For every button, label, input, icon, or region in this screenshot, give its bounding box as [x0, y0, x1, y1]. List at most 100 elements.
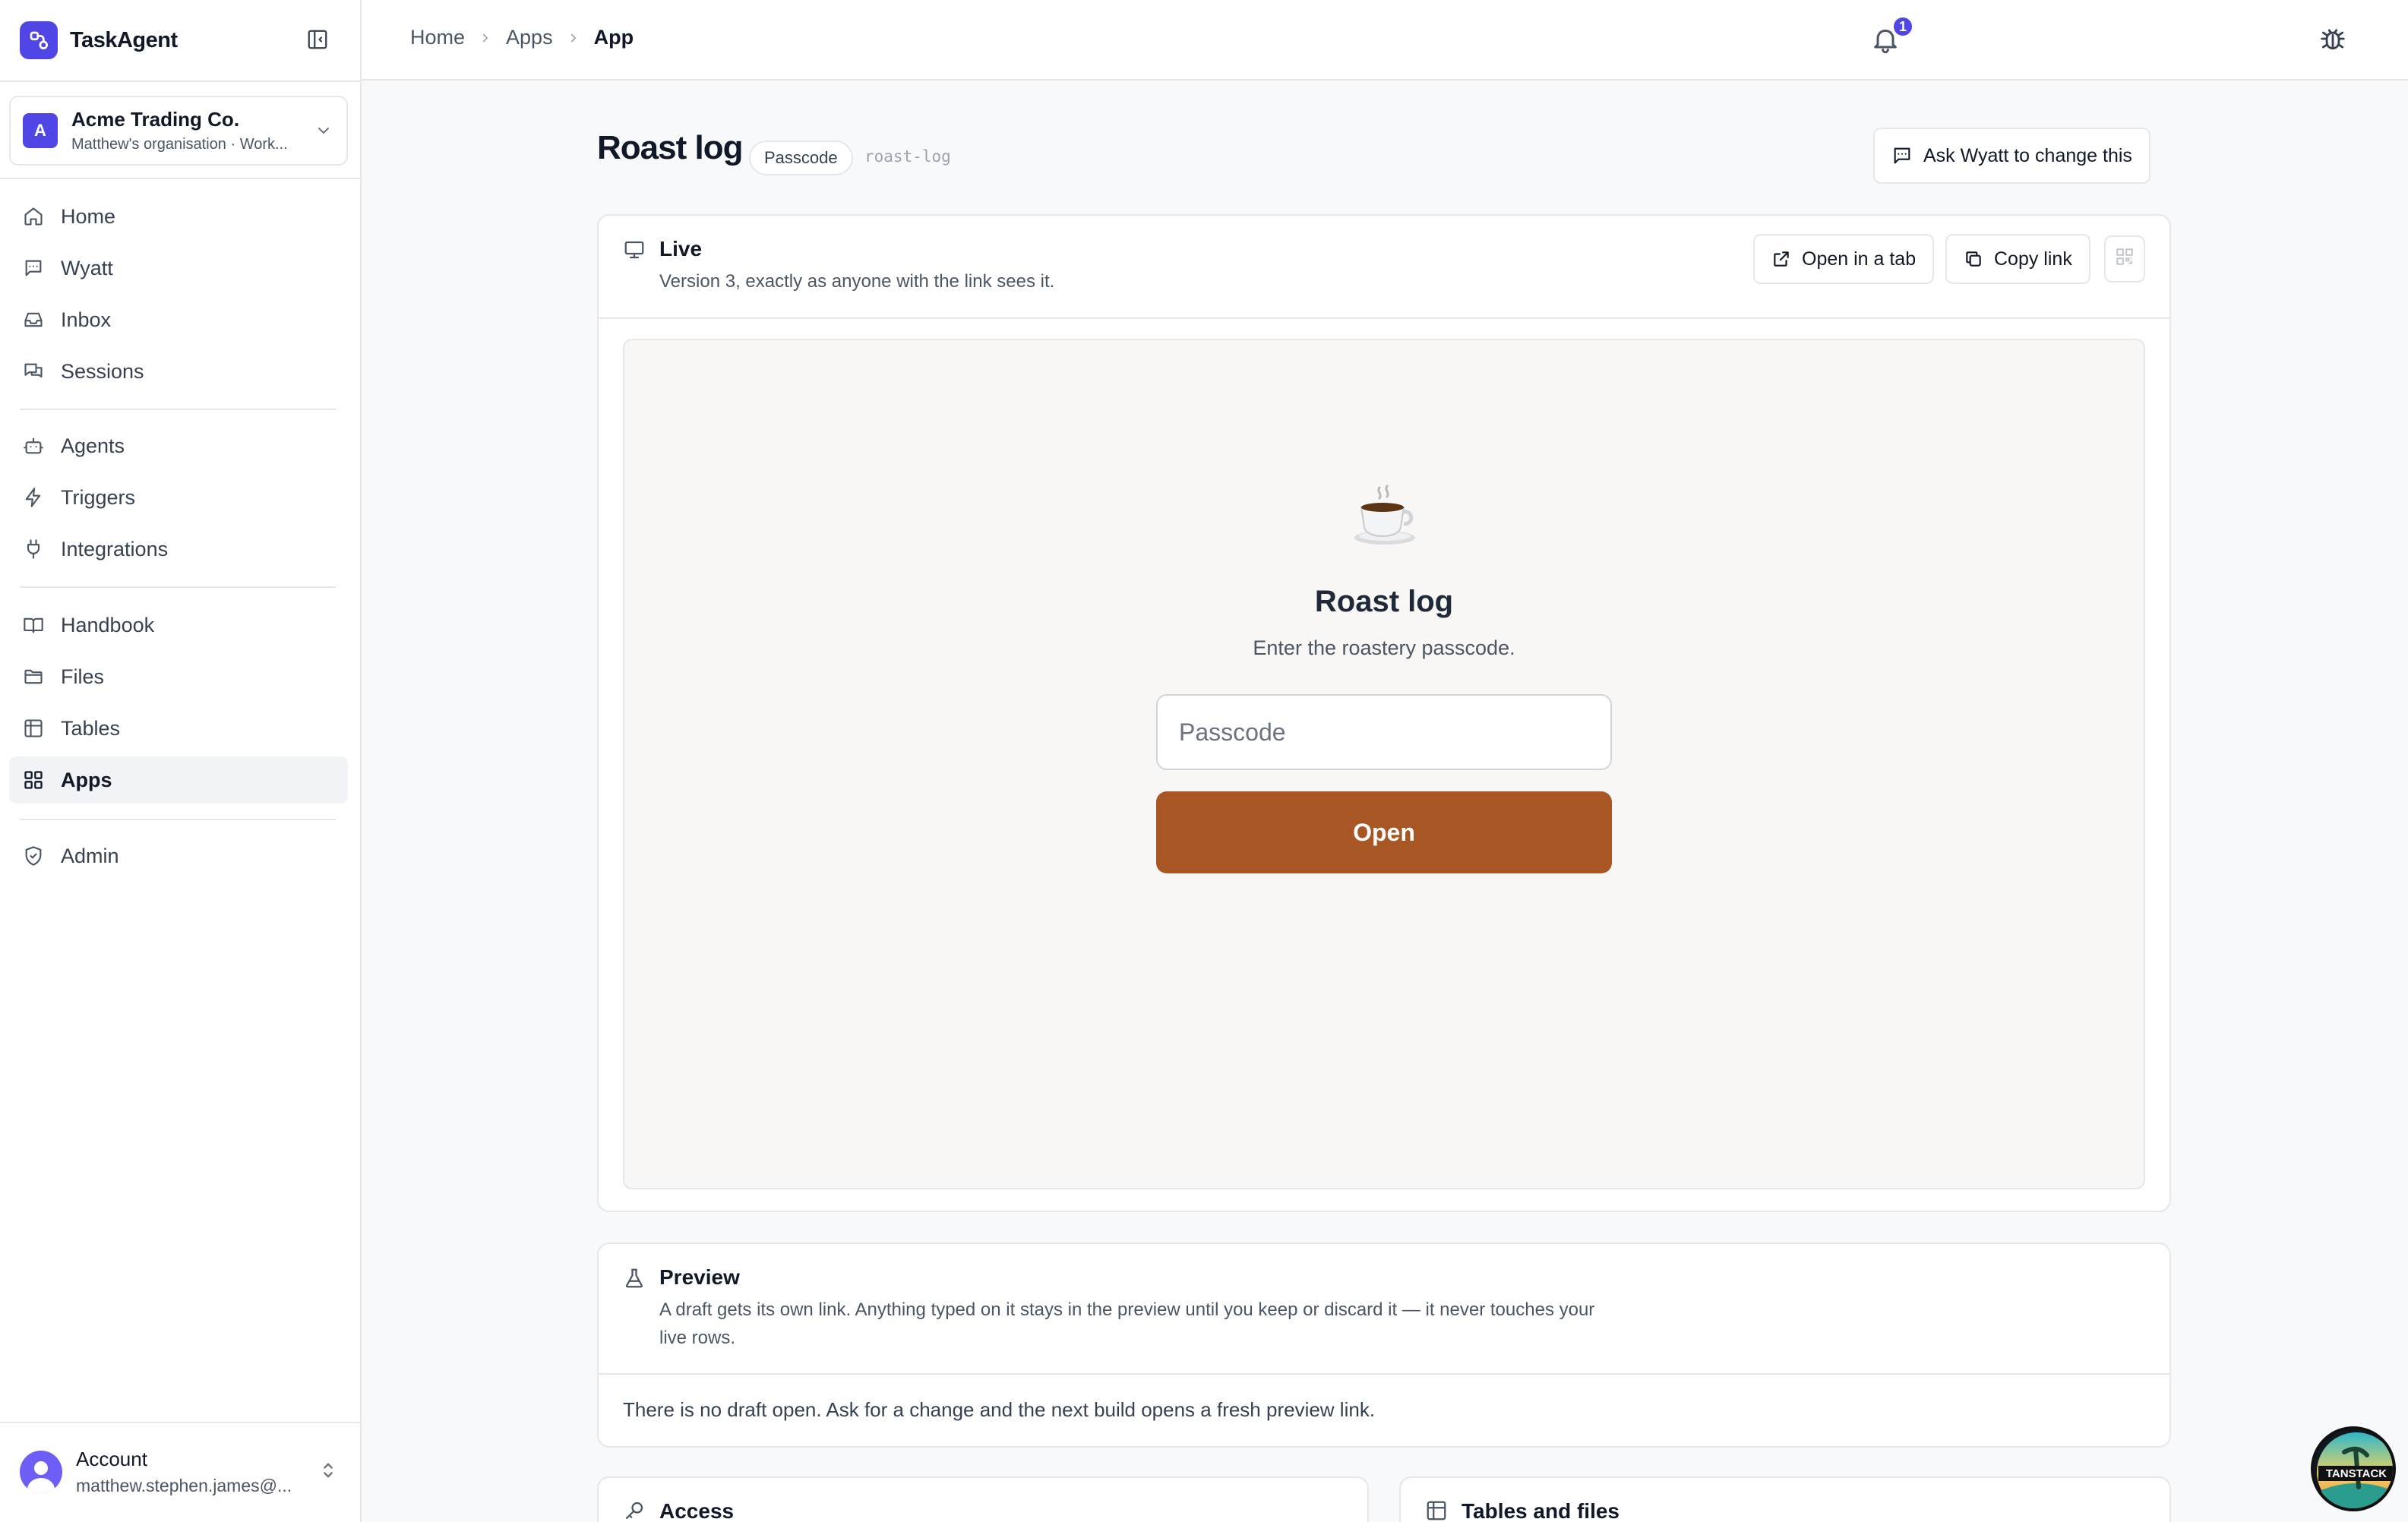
live-title: Live — [659, 237, 703, 261]
app-subtitle: Enter the roastery passcode. — [1253, 636, 1515, 659]
bell-icon — [1870, 29, 1901, 58]
org-switcher[interactable]: A Acme Trading Co. Matthew's organisatio… — [9, 96, 348, 166]
sidebar-item-files[interactable]: Files — [9, 653, 348, 700]
preview-card: Preview A draft gets its own link. Anyth… — [597, 1243, 2171, 1448]
account-menu[interactable]: Account matthew.stephen.james@... — [20, 1440, 339, 1504]
sidebar-item-integrations[interactable]: Integrations — [9, 526, 348, 573]
card-divider — [599, 317, 2169, 319]
lightning-icon — [21, 485, 46, 510]
page-title: Roast log — [597, 129, 743, 166]
nav-divider — [20, 819, 336, 820]
ask-wyatt-label: Ask Wyatt to change this — [1923, 144, 2132, 166]
sidebar-item-label: Home — [61, 204, 116, 228]
sidebar: TaskAgent A Acme Trading Co. Matthew's o… — [0, 0, 362, 1522]
sidebar-item-label: Sessions — [61, 359, 144, 383]
sidebar-item-label: Agents — [61, 434, 125, 457]
book-icon — [21, 613, 46, 637]
sidebar-item-label: Integrations — [61, 537, 169, 560]
chat-icon — [21, 256, 46, 280]
table-icon — [21, 716, 46, 740]
sidebar-item-label: Apps — [61, 768, 112, 791]
table-icon — [1425, 1499, 1448, 1522]
collapse-sidebar-icon[interactable] — [304, 26, 331, 53]
sidebar-item-agents[interactable]: Agents — [9, 422, 348, 469]
chevron-right-icon — [479, 31, 492, 45]
folder-icon — [21, 665, 46, 689]
breadcrumb: Home Apps App — [410, 26, 634, 49]
qr-code-icon — [2115, 247, 2135, 272]
brand[interactable]: TaskAgent — [20, 20, 178, 61]
access-card: Access — [597, 1476, 1369, 1522]
open-in-tab-label: Open in a tab — [1802, 248, 1917, 270]
preview-title: Preview — [659, 1265, 740, 1289]
topbar: Home Apps App — [362, 0, 2408, 81]
sidebar-item-sessions[interactable]: Sessions — [9, 348, 348, 395]
external-link-icon — [1771, 249, 1791, 269]
chat-icon — [1891, 145, 1913, 166]
open-button[interactable]: Open — [1156, 791, 1612, 873]
svg-text:TANSTACK: TANSTACK — [2326, 1467, 2387, 1480]
plug-icon — [21, 537, 46, 561]
sidebar-item-label: Triggers — [61, 485, 136, 509]
sidebar-item-wyatt[interactable]: Wyatt — [9, 245, 348, 292]
copy-link-label: Copy link — [1994, 248, 2072, 270]
debug-button[interactable] — [2318, 24, 2349, 55]
sidebar-item-inbox[interactable]: Inbox — [9, 296, 348, 343]
breadcrumb-current: App — [593, 26, 634, 49]
grid-icon — [21, 768, 46, 792]
coffee-icon — [1351, 482, 1419, 550]
sidebar-item-label: Admin — [61, 844, 119, 867]
ask-wyatt-button[interactable]: Ask Wyatt to change this — [1873, 128, 2150, 184]
avatar — [20, 1451, 62, 1493]
sidebar-item-label: Tables — [61, 716, 121, 740]
messages-icon — [21, 359, 46, 384]
breadcrumb-home[interactable]: Home — [410, 26, 465, 49]
notification-badge: 1 — [1891, 15, 1914, 38]
passcode-input[interactable] — [1156, 694, 1612, 770]
sidebar-item-label: Handbook — [61, 613, 155, 636]
app-title: Roast log — [1314, 585, 1454, 618]
sidebar-item-triggers[interactable]: Triggers — [9, 474, 348, 521]
sidebar-item-apps[interactable]: Apps — [9, 756, 348, 804]
copy-link-button[interactable]: Copy link — [1945, 234, 2090, 284]
sidebar-item-label: Files — [61, 665, 105, 688]
nav-divider — [20, 409, 336, 410]
sidebar-divider — [0, 81, 360, 82]
chevrons-up-down-icon — [318, 1460, 339, 1485]
sidebar-item-home[interactable]: Home — [9, 193, 348, 240]
org-avatar: A — [23, 113, 58, 148]
chevron-down-icon — [314, 122, 333, 144]
key-icon — [623, 1499, 646, 1522]
shield-icon — [21, 844, 46, 868]
sidebar-item-handbook[interactable]: Handbook — [9, 602, 348, 649]
preview-description: A draft gets its own link. Anything type… — [659, 1299, 1595, 1348]
account-email: matthew.stephen.james@... — [76, 1476, 292, 1495]
flask-icon — [623, 1267, 646, 1293]
qr-code-button[interactable] — [2104, 235, 2145, 283]
bot-icon — [21, 434, 46, 458]
sidebar-item-label: Wyatt — [61, 256, 113, 279]
copy-icon — [1964, 249, 1983, 269]
org-subtitle: Matthew's organisation · Work... — [71, 136, 288, 153]
sidebar-divider — [0, 1422, 360, 1423]
no-draft-message: There is no draft open. Ask for a change… — [623, 1398, 1376, 1421]
access-title: Access — [659, 1499, 735, 1522]
tables-files-card: Tables and files — [1399, 1476, 2171, 1522]
app-slug: roast-log — [864, 147, 951, 166]
live-subtitle: Version 3, exactly as anyone with the li… — [659, 271, 1055, 292]
open-in-tab-button[interactable]: Open in a tab — [1753, 234, 1935, 284]
bug-icon — [2318, 29, 2347, 56]
org-name: Acme Trading Co. — [71, 108, 240, 131]
sidebar-item-tables[interactable]: Tables — [9, 705, 348, 752]
brand-logo-icon — [20, 21, 58, 59]
breadcrumb-apps[interactable]: Apps — [506, 26, 553, 49]
sidebar-divider — [0, 178, 360, 179]
sidebar-item-admin[interactable]: Admin — [9, 832, 348, 879]
home-icon — [21, 204, 46, 229]
devtools-logo[interactable]: TANSTACK — [2311, 1426, 2396, 1511]
chevron-right-icon — [567, 31, 580, 45]
notifications-button[interactable]: 1 — [1870, 15, 1914, 58]
monitor-icon — [623, 238, 646, 265]
sidebar-item-label: Inbox — [61, 308, 112, 331]
account-label: Account — [76, 1448, 147, 1470]
